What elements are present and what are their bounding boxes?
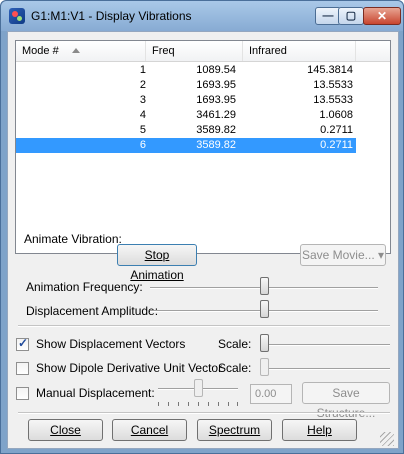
minimize-icon: — [322,10,334,22]
close-button-label: Close [50,423,81,437]
tick-mark [237,402,238,406]
help-button[interactable]: Help [282,419,357,441]
mode-cell: 6 [139,139,146,151]
help-button-label: Help [307,423,332,437]
infrared-cell: 145.3814 [307,64,353,76]
stop-animation-label: Stop Animation [130,248,184,282]
manual-displacement-label: Manual Displacement: [36,386,155,400]
close-button[interactable]: Close [28,419,103,441]
table-row[interactable]: 5 3589.82 0.2711 [16,123,356,138]
show-dipole-derivative-checkbox[interactable] [16,362,29,375]
close-window-button[interactable]: ✕ [363,7,401,25]
dipole-scale-slider[interactable] [260,358,269,376]
vectors-scale-track [260,344,390,346]
resize-grip-icon[interactable] [380,432,394,446]
show-displacement-vectors-checkbox[interactable] [16,336,29,351]
table-row[interactable]: 2 1693.95 13.5533 [16,78,356,93]
tick-mark [158,402,159,406]
manual-displacement-slider[interactable] [193,379,203,397]
animation-frequency-label: Animation Frequency: [26,280,143,294]
tick-mark [188,402,189,406]
dipole-scale-track [260,368,390,370]
table-row[interactable]: 4 3461.29 1.0608 [16,108,356,123]
title-bar[interactable]: G1:M1:V1 - Display Vibrations — ▢ ✕ [1,1,403,31]
show-dipole-derivative-label: Show Dipole Derivative Unit Vector [36,361,223,375]
freq-cell: 3589.82 [196,124,236,136]
column-header-freq[interactable]: Freq [146,41,243,61]
mode-cell: 5 [139,124,146,136]
infrared-cell: 1.0608 [319,109,353,121]
display-vibrations-window: G1:M1:V1 - Display Vibrations — ▢ ✕ Mode… [0,0,404,454]
vectors-scale-label: Scale: [218,337,252,351]
mode-cell: 4 [139,109,146,121]
window-title: G1:M1:V1 - Display Vibrations [31,9,192,23]
spectrum-button[interactable]: Spectrum [197,419,272,441]
column-header-infrared-label: Infrared [249,45,287,57]
cancel-button-label: Cancel [130,423,169,437]
list-header: Mode # Freq Infrared [16,41,390,62]
column-header-mode-label: Mode # [22,45,59,57]
manual-displacement-input[interactable]: 0.00 [250,384,292,404]
tick-mark [208,402,209,406]
freq-cell: 1693.95 [196,79,236,91]
stop-animation-button[interactable]: Stop Animation [117,244,197,282]
separator-line [18,325,390,327]
animation-frequency-slider[interactable] [259,277,269,295]
infrared-cell: 13.5533 [313,94,353,106]
table-row[interactable]: 3 1693.95 13.5533 [16,93,356,108]
footer-separator [18,412,390,414]
animate-vibration-label: Animate Vibration: [24,232,122,246]
tick-mark [168,402,169,406]
spectrum-button-label: Spectrum [208,423,261,437]
save-movie-button[interactable]: Save Movie... ▾ [300,244,386,266]
app-icon [9,8,25,24]
tick-mark [178,402,179,406]
table-row[interactable]: 6 3589.82 0.2711 [16,138,356,153]
save-movie-label: Save Movie... [301,248,375,262]
vectors-scale-slider[interactable] [260,334,269,352]
tick-mark [228,402,229,406]
mode-cell: 1 [139,64,146,76]
mode-cell: 2 [139,79,146,91]
freq-cell: 1693.95 [196,94,236,106]
manual-displacement-checkbox[interactable] [16,387,29,400]
save-structure-button[interactable]: Save Structure... [302,382,390,420]
close-icon: ✕ [376,9,388,23]
table-row[interactable]: 1 1089.54 145.3814 [16,63,356,78]
infrared-cell: 0.2711 [320,139,353,151]
freq-cell: 3589.82 [196,139,236,151]
displacement-amplitude-label: Displacement Amplitude: [26,304,159,318]
cancel-button[interactable]: Cancel [112,419,187,441]
maximize-button[interactable]: ▢ [338,7,364,25]
maximize-icon: ▢ [345,10,357,22]
mode-cell: 3 [139,94,146,106]
show-displacement-vectors-label: Show Displacement Vectors [36,337,186,351]
displacement-amplitude-slider[interactable] [259,300,269,318]
dipole-scale-label: Scale: [218,361,252,375]
chevron-down-icon: ▾ [378,248,385,262]
freq-cell: 1089.54 [196,64,236,76]
infrared-cell: 0.2711 [320,124,353,136]
freq-cell: 3461.29 [196,109,236,121]
column-header-infrared[interactable]: Infrared [243,41,356,61]
tick-mark [198,402,199,406]
sort-ascending-icon [72,48,80,53]
column-header-freq-label: Freq [152,45,175,57]
tick-mark [218,402,219,406]
vibration-mode-list[interactable]: Mode # Freq Infrared 1 1089.54 145.3814 2 16… [15,40,391,254]
manual-displacement-ticks [158,402,238,406]
column-header-mode[interactable]: Mode # [16,41,146,61]
infrared-cell: 13.5533 [313,79,353,91]
dialog-body: Mode # Freq Infrared 1 1089.54 145.3814 2 16… [7,31,399,449]
